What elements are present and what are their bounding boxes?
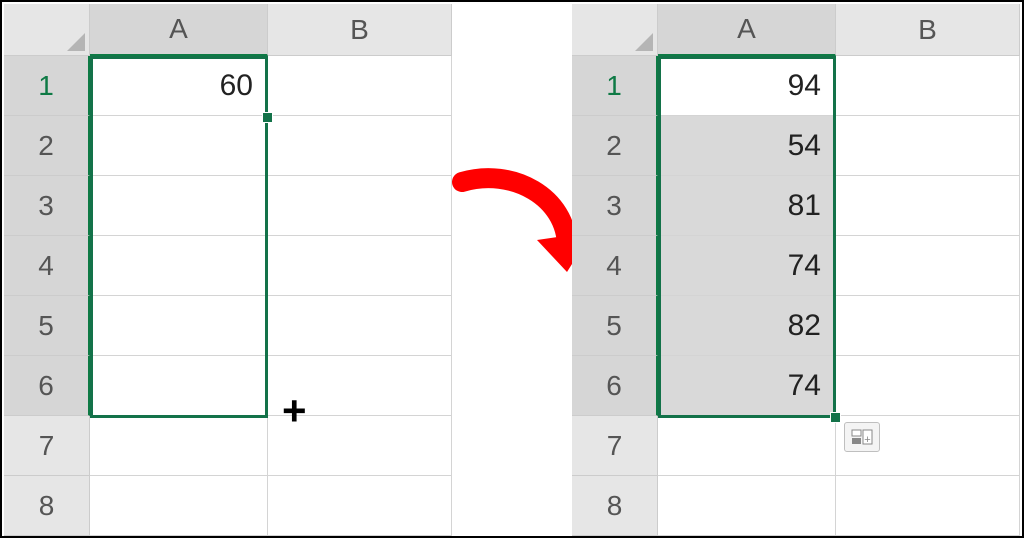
cell-A8[interactable] (90, 476, 268, 536)
row-header-2[interactable]: 2 (572, 116, 658, 176)
row-headers: 1 2 3 4 5 6 7 8 (572, 56, 658, 536)
row-header-3[interactable]: 3 (572, 176, 658, 236)
cell-A3[interactable]: 81 (658, 176, 836, 236)
cell-B4[interactable] (268, 236, 452, 296)
cell-B5[interactable] (836, 296, 1020, 356)
row-header-5[interactable]: 5 (572, 296, 658, 356)
column-header-B[interactable]: B (268, 4, 452, 56)
comparison-figure: A B 1 2 3 4 5 6 7 8 60 + (0, 0, 1024, 538)
select-all-corner[interactable] (4, 4, 90, 56)
cell-B4[interactable] (836, 236, 1020, 296)
autofill-options-button[interactable]: + (844, 422, 880, 452)
fill-handle[interactable] (262, 112, 273, 123)
cell-A5[interactable]: 82 (658, 296, 836, 356)
column-headers: A B (658, 4, 1020, 56)
cell-A7[interactable] (658, 416, 836, 476)
cell-B8[interactable] (268, 476, 452, 536)
column-header-B[interactable]: B (836, 4, 1020, 56)
fill-cursor-icon: + (282, 390, 307, 432)
cell-A4[interactable] (90, 236, 268, 296)
cell-B1[interactable] (268, 56, 452, 116)
row-header-7[interactable]: 7 (4, 416, 90, 476)
cell-B3[interactable] (836, 176, 1020, 236)
svg-text:+: + (864, 434, 870, 445)
cell-A4[interactable]: 74 (658, 236, 836, 296)
row-header-7[interactable]: 7 (572, 416, 658, 476)
autofill-options-icon: + (851, 429, 873, 445)
column-header-A[interactable]: A (658, 4, 836, 56)
row-header-8[interactable]: 8 (572, 476, 658, 536)
cell-A1[interactable]: 94 (658, 56, 836, 116)
cell-B3[interactable] (268, 176, 452, 236)
row-headers: 1 2 3 4 5 6 7 8 (4, 56, 90, 536)
cell-A8[interactable] (658, 476, 836, 536)
cell-B6[interactable] (836, 356, 1020, 416)
row-header-5[interactable]: 5 (4, 296, 90, 356)
cell-A1[interactable]: 60 (90, 56, 268, 116)
cell-B8[interactable] (836, 476, 1020, 536)
cell-B2[interactable] (836, 116, 1020, 176)
fill-handle[interactable] (830, 412, 841, 423)
row-header-2[interactable]: 2 (4, 116, 90, 176)
row-header-1[interactable]: 1 (572, 56, 658, 116)
cell-A7[interactable] (90, 416, 268, 476)
cell-B5[interactable] (268, 296, 452, 356)
column-headers: A B (90, 4, 452, 56)
select-all-triangle-icon (635, 33, 653, 51)
cell-A2[interactable]: 54 (658, 116, 836, 176)
row-header-3[interactable]: 3 (4, 176, 90, 236)
row-header-8[interactable]: 8 (4, 476, 90, 536)
row-header-6[interactable]: 6 (4, 356, 90, 416)
row-header-4[interactable]: 4 (4, 236, 90, 296)
cell-A2[interactable] (90, 116, 268, 176)
row-header-6[interactable]: 6 (572, 356, 658, 416)
spreadsheet-before: A B 1 2 3 4 5 6 7 8 60 + (4, 4, 452, 536)
cell-A6[interactable] (90, 356, 268, 416)
row-header-1[interactable]: 1 (4, 56, 90, 116)
column-header-A[interactable]: A (90, 4, 268, 56)
cell-B2[interactable] (268, 116, 452, 176)
select-all-triangle-icon (67, 33, 85, 51)
cells-area: 94 54 81 74 82 74 (658, 56, 1020, 536)
row-header-4[interactable]: 4 (572, 236, 658, 296)
spreadsheet-after: A B 1 2 3 4 5 6 7 8 94 54 81 74 82 74 (572, 4, 1020, 536)
transition-arrow-icon (442, 162, 592, 312)
cells-area: 60 (90, 56, 452, 536)
cell-A6[interactable]: 74 (658, 356, 836, 416)
cell-A5[interactable] (90, 296, 268, 356)
cell-A3[interactable] (90, 176, 268, 236)
select-all-corner[interactable] (572, 4, 658, 56)
cell-B1[interactable] (836, 56, 1020, 116)
